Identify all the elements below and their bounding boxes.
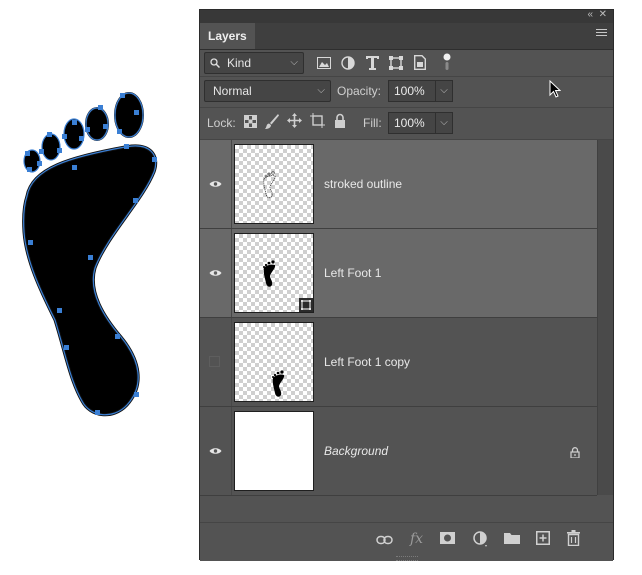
filter-row: Kind ⌵ (200, 50, 613, 77)
hamburger-menu-icon[interactable] (596, 29, 607, 38)
adjustment-layer-icon[interactable] (473, 531, 489, 547)
fill-label: Fill: (363, 116, 382, 130)
filter-toggle-icon[interactable] (443, 53, 451, 71)
layer-row-stroked-outline[interactable]: stroked outline (200, 140, 597, 229)
lock-all-icon[interactable] (334, 113, 346, 128)
layer-thumbnail[interactable] (234, 322, 314, 402)
resize-grip[interactable] (396, 556, 418, 561)
lock-transparent-pixels-icon[interactable] (244, 115, 257, 128)
eye-icon (209, 448, 222, 454)
layers-scrollbar[interactable] (597, 140, 613, 495)
lock-row: Lock: Fill: 100% ⌵ (200, 108, 613, 140)
new-layer-icon[interactable] (536, 531, 550, 545)
adjustment-filter-icon[interactable] (341, 56, 355, 70)
chevron-down-icon: ⌵ (290, 57, 298, 68)
layer-name[interactable]: Left Foot 1 (324, 229, 381, 317)
opacity-input[interactable]: 100% (388, 80, 436, 102)
image-filter-icon[interactable] (317, 57, 331, 69)
add-mask-icon[interactable] (440, 532, 455, 544)
filter-kind-label: Kind (227, 56, 252, 70)
eye-icon (209, 270, 222, 276)
visibility-toggle[interactable] (200, 318, 232, 406)
panel-tab-bar: Layers (200, 23, 613, 50)
visibility-toggle[interactable] (200, 229, 232, 317)
layer-row-left-foot-1[interactable]: Left Foot 1 (200, 229, 597, 318)
foot-outline-thumbnail (263, 171, 276, 199)
new-group-icon[interactable] (504, 532, 520, 544)
lock-position-icon[interactable] (287, 113, 302, 128)
foot-filled-thumbnail (272, 370, 285, 397)
layer-thumbnail[interactable] (234, 233, 314, 313)
mouse-cursor-icon (549, 80, 561, 98)
layer-name[interactable]: Left Foot 1 copy (324, 318, 410, 406)
link-layers-icon[interactable] (376, 535, 393, 545)
close-panel-button[interactable]: ✕ (599, 9, 607, 20)
visibility-toggle[interactable] (200, 140, 232, 228)
lock-artboard-icon[interactable] (310, 113, 325, 128)
lock-image-pixels-icon[interactable] (265, 114, 279, 129)
opacity-label: Opacity: (337, 84, 382, 98)
lock-label: Lock: (207, 116, 236, 130)
chevron-down-icon: ⌵ (317, 85, 325, 96)
opacity-slider-toggle[interactable]: ⌵ (435, 80, 453, 102)
layer-name[interactable]: Background (324, 407, 388, 495)
layer-row-left-foot-1-copy[interactable]: Left Foot 1 copy (200, 318, 597, 407)
layers-list: stroked outline Left Foot 1 Left Foot 1 … (200, 140, 597, 496)
layer-thumbnail[interactable] (234, 411, 314, 491)
smart-object-badge-icon (299, 298, 313, 312)
layer-row-background[interactable]: Background (200, 407, 597, 496)
search-icon (210, 58, 220, 68)
tab-layers[interactable]: Layers (200, 23, 255, 49)
trash-icon[interactable] (567, 530, 580, 546)
layer-thumbnail[interactable] (234, 144, 314, 224)
fx-icon[interactable]: fx (410, 531, 423, 547)
filter-kind-dropdown[interactable]: Kind ⌵ (204, 52, 304, 74)
smart-object-filter-icon[interactable] (414, 55, 426, 70)
eye-icon (209, 181, 222, 187)
footprint-artwork (22, 92, 158, 417)
fill-slider-toggle[interactable]: ⌵ (435, 112, 453, 134)
lock-icon[interactable] (570, 447, 580, 458)
panel-header-strip: « ✕ (200, 9, 613, 23)
blend-mode-dropdown[interactable]: Normal ⌵ (204, 80, 331, 102)
layer-name[interactable]: stroked outline (324, 140, 402, 228)
shape-filter-icon[interactable] (389, 56, 403, 70)
fill-input[interactable]: 100% (388, 112, 436, 134)
visibility-toggle[interactable] (200, 407, 232, 495)
type-filter-icon[interactable] (366, 56, 379, 70)
blend-mode-value: Normal (213, 84, 252, 98)
collapse-panel-button[interactable]: « (587, 9, 593, 20)
hidden-visibility-box (209, 356, 220, 367)
